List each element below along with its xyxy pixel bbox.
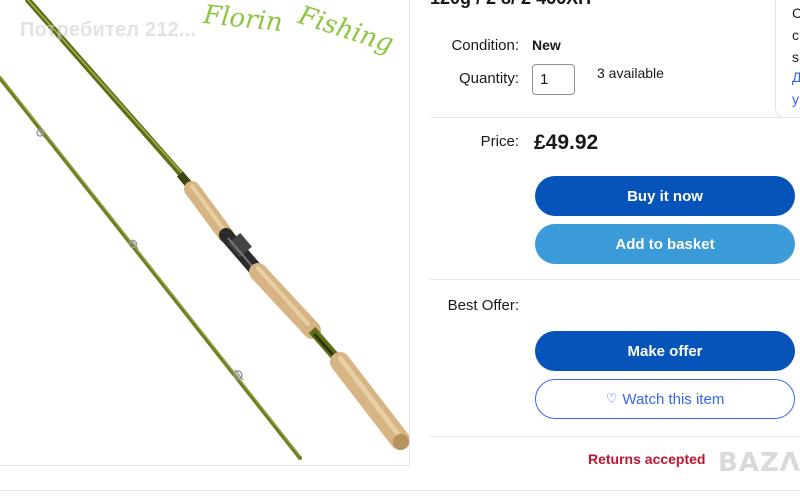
heart-icon: ♡ — [605, 391, 618, 406]
section-divider — [430, 117, 800, 118]
section-divider — [430, 279, 800, 280]
make-offer-button[interactable]: Make offer — [535, 331, 795, 371]
fishing-rod-illustration — [0, 0, 409, 460]
listing-subtitle: 120g / 2 8/ 2 466XH — [430, 0, 591, 9]
watch-item-button[interactable]: ♡ Watch this item — [535, 379, 795, 419]
condition-label: Condition: — [451, 37, 519, 54]
seller-link-2[interactable]: y — [792, 91, 799, 107]
bazar-logo-watermark: BAZΛR — [718, 448, 800, 478]
seller-link[interactable]: Д — [792, 69, 800, 85]
add-to-basket-button[interactable]: Add to basket — [535, 224, 795, 264]
availability-text: 3 available — [597, 65, 664, 81]
user-watermark: Потребител 212... — [20, 19, 197, 41]
quantity-label: Quantity: — [458, 70, 519, 87]
footer-divider — [0, 490, 800, 491]
quantity-input[interactable]: 1 — [532, 64, 575, 95]
price-label: Price: — [480, 133, 519, 150]
watch-item-label: Watch this item — [622, 390, 725, 408]
buy-now-button[interactable]: Buy it now — [535, 176, 795, 216]
condition-value: New — [532, 37, 561, 53]
best-offer-label: Best Offer: — [447, 297, 519, 314]
seller-info-card[interactable]: C c s Д y — [775, 0, 800, 118]
price-value: £49.92 — [534, 131, 599, 154]
returns-policy[interactable]: Returns accepted — [588, 451, 705, 467]
section-divider — [430, 436, 800, 437]
product-image[interactable]: Потребител 212... Florin Fishing — [0, 0, 410, 466]
